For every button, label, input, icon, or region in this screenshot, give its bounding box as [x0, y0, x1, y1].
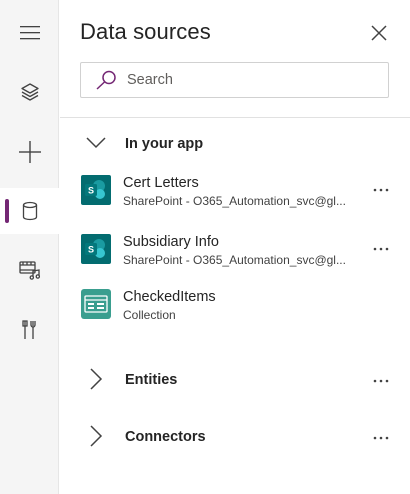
more-options-button[interactable] — [366, 428, 396, 448]
data-source-name: CheckedItems — [123, 289, 216, 305]
search-icon — [96, 70, 116, 90]
svg-text:S: S — [88, 186, 94, 196]
data-source-subtitle: Collection — [123, 308, 176, 322]
chevron-down-icon — [86, 137, 106, 149]
media-icon — [18, 261, 40, 280]
section-label: Connectors — [125, 429, 206, 445]
more-options-button[interactable] — [366, 239, 396, 259]
tree-view-button[interactable] — [0, 69, 59, 115]
svg-text:S: S — [88, 245, 94, 255]
database-icon — [22, 201, 38, 221]
layers-icon — [20, 83, 39, 101]
panel-title: Data sources — [80, 19, 211, 44]
data-source-name: Subsidiary Info — [123, 234, 219, 250]
sharepoint-icon: S — [81, 175, 111, 205]
chevron-right-icon — [90, 368, 103, 390]
data-source-item[interactable]: S Subsidiary Info SharePoint - O365_Auto… — [60, 234, 410, 280]
chevron-right-icon — [90, 425, 103, 447]
advanced-tools-button[interactable] — [0, 307, 59, 353]
close-button[interactable] — [366, 20, 392, 46]
divider — [60, 117, 410, 118]
section-entities[interactable]: Entities — [60, 365, 410, 395]
more-icon — [373, 436, 389, 440]
hamburger-icon — [19, 26, 40, 40]
data-button[interactable] — [0, 188, 60, 234]
more-icon — [373, 247, 389, 251]
hamburger-menu-button[interactable] — [0, 10, 59, 56]
data-source-subtitle: SharePoint - O365_Automation_svc@gl... — [123, 194, 346, 208]
data-source-subtitle: SharePoint - O365_Automation_svc@gl... — [123, 253, 346, 267]
data-source-name: Cert Letters — [123, 175, 199, 191]
data-sources-panel: Data sources In your app S Cert Letters … — [60, 0, 410, 494]
close-icon — [371, 25, 387, 41]
more-options-button[interactable] — [366, 371, 396, 391]
search-box[interactable] — [80, 62, 389, 98]
section-label: In your app — [125, 136, 204, 152]
search-input[interactable] — [125, 71, 369, 89]
collection-icon — [81, 289, 111, 319]
data-source-item[interactable]: CheckedItems Collection — [60, 289, 410, 335]
plus-icon — [18, 141, 41, 163]
sharepoint-icon: S — [81, 234, 111, 264]
tools-icon — [21, 320, 36, 339]
left-rail — [0, 0, 60, 494]
more-icon — [373, 188, 389, 192]
more-icon — [373, 379, 389, 383]
section-in-your-app[interactable]: In your app — [60, 129, 410, 159]
section-connectors[interactable]: Connectors — [60, 422, 410, 452]
media-button[interactable] — [0, 247, 59, 293]
insert-button[interactable] — [0, 129, 59, 175]
section-label: Entities — [125, 372, 178, 388]
more-options-button[interactable] — [366, 180, 396, 200]
data-source-item[interactable]: S Cert Letters SharePoint - O365_Automat… — [60, 175, 410, 221]
